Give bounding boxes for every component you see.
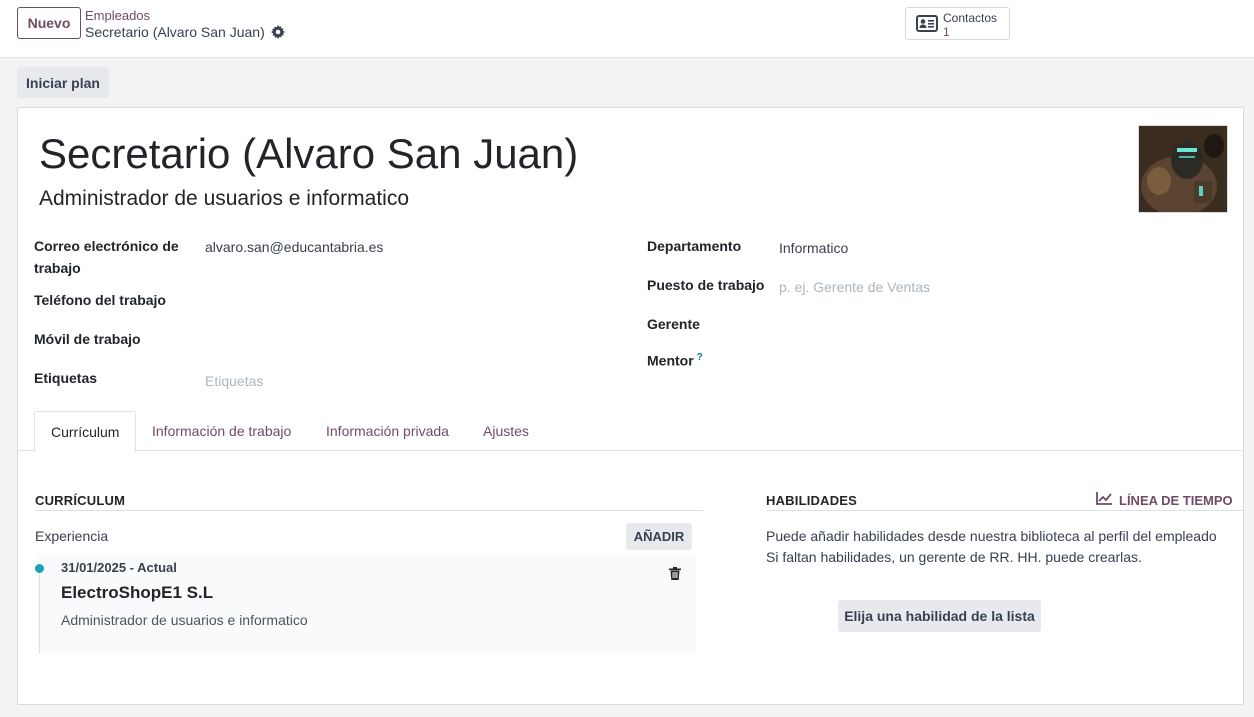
pick-skill-button[interactable]: Elija una habilidad de la lista	[838, 600, 1041, 632]
skills-section-title: HABILIDADES	[766, 493, 858, 508]
work-phone-field[interactable]	[205, 293, 585, 311]
notebook-tabs: Currículum Información de trabajo Inform…	[18, 411, 1243, 452]
manager-field[interactable]	[779, 317, 1179, 335]
work-mobile-field[interactable]	[205, 332, 585, 350]
work-email-label-line2: trabajo	[34, 260, 81, 276]
timeline-dot	[35, 564, 44, 573]
skills-info-line2: Si faltan habilidades, un gerente de RR.…	[766, 549, 1142, 565]
gear-icon[interactable]	[270, 25, 285, 39]
employee-job-title[interactable]: Administrador de usuarios e informatico	[39, 187, 409, 211]
work-email-label: Correo electrónico de trabajo	[34, 235, 179, 279]
mentor-help-icon[interactable]: ?	[697, 352, 703, 363]
work-email-label-line1: Correo electrónico de	[34, 238, 179, 254]
contacts-smart-button[interactable]: Contactos 1	[905, 7, 1010, 40]
new-button[interactable]: Nuevo	[17, 7, 81, 39]
breadcrumb-employees-link[interactable]: Empleados	[85, 8, 150, 23]
resume-line-dates: 31/01/2025 - Actual	[61, 560, 177, 575]
trash-icon[interactable]	[669, 567, 681, 583]
resume-section-title: CURRÍCULUM	[35, 493, 126, 508]
contacts-label: Contactos	[943, 11, 998, 25]
contacts-count: 1	[943, 25, 950, 39]
employee-name[interactable]: Secretario (Alvaro San Juan)	[39, 130, 578, 178]
control-panel: Nuevo Empleados Secretario (Alvaro San J…	[0, 0, 1254, 58]
department-field[interactable]: Informatico	[779, 240, 848, 256]
skills-info-text: Puede añadir habilidades desde nuestra b…	[766, 526, 1217, 568]
breadcrumb-current: Secretario (Alvaro San Juan)	[85, 24, 285, 40]
tab-work-information[interactable]: Información de trabajo	[136, 411, 307, 451]
skills-divider	[766, 510, 1243, 511]
start-plan-button[interactable]: Iniciar plan	[17, 67, 109, 98]
tab-private-information[interactable]: Información privada	[310, 411, 465, 451]
breadcrumb-current-label: Secretario (Alvaro San Juan)	[85, 24, 265, 40]
mentor-label: Mentor?	[647, 347, 703, 372]
mentor-field[interactable]	[779, 351, 1179, 369]
timeline-line	[39, 567, 40, 653]
department-label: Departamento	[647, 238, 742, 254]
tags-field[interactable]: Etiquetas	[205, 373, 263, 389]
resume-line-description: Administrador de usuarios e informatico	[61, 612, 308, 628]
line-chart-icon	[1096, 492, 1112, 508]
timeline-link-label: LÍNEA DE TIEMPO	[1119, 492, 1233, 508]
manager-label: Gerente	[647, 316, 700, 332]
tab-curriculum[interactable]: Currículum	[34, 411, 137, 452]
id-card-icon	[916, 15, 938, 35]
experience-label: Experiencia	[35, 528, 109, 544]
employee-avatar[interactable]	[1138, 125, 1228, 213]
employee-form-sheet: Secretario (Alvaro San Juan) Administrad…	[17, 107, 1244, 705]
work-mobile-label: Móvil de trabajo	[34, 331, 141, 347]
mentor-label-text: Mentor	[647, 352, 694, 369]
tab-settings[interactable]: Ajustes	[467, 411, 545, 451]
resume-line-company: ElectroShopE1 S.L	[61, 583, 214, 602]
job-position-field[interactable]: p. ej. Gerente de Ventas	[779, 279, 930, 295]
work-phone-label: Teléfono del trabajo	[34, 292, 166, 308]
resume-divider	[35, 510, 703, 511]
timeline-link[interactable]: LÍNEA DE TIEMPO	[1096, 492, 1233, 508]
tags-label: Etiquetas	[34, 370, 98, 386]
job-position-label: Puesto de trabajo	[647, 277, 765, 293]
add-experience-button[interactable]: AÑADIR	[626, 523, 692, 550]
skills-info-line1: Puede añadir habilidades desde nuestra b…	[766, 528, 1217, 544]
work-email-field[interactable]: alvaro.san@educantabria.es	[205, 239, 383, 255]
